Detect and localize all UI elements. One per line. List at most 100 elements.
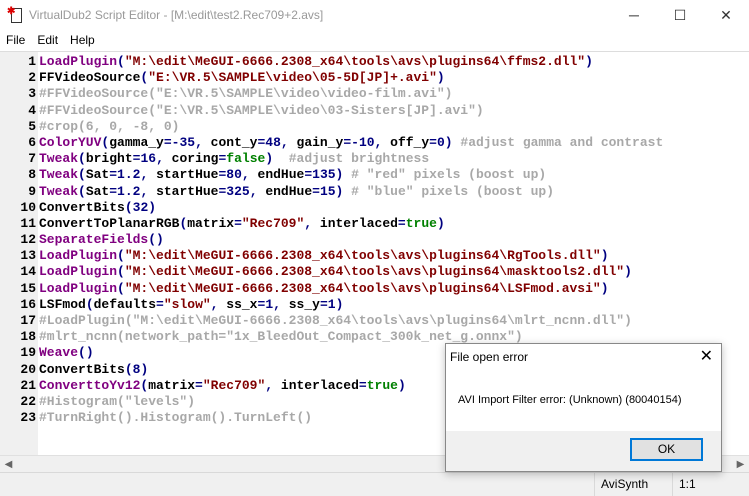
code-token: "slow"	[163, 296, 211, 312]
code-token: ConvertToPlanarRGB	[39, 215, 180, 231]
code-token: ColorYUV	[39, 134, 102, 150]
line-number: 5	[28, 118, 36, 134]
code-token: ,	[273, 296, 289, 312]
code-token: matrix	[187, 215, 235, 231]
line-number: 19	[20, 345, 36, 361]
code-token: =	[304, 167, 313, 183]
code-token: )	[335, 167, 352, 183]
dialog-title: File open error	[450, 350, 529, 364]
code-token: (	[85, 296, 94, 312]
code-token: ss_y	[288, 296, 320, 312]
code-token: #adjust brightness	[288, 151, 430, 167]
code-line: 7 Tweak(bright = 16, coring = false) #adjust …	[0, 151, 663, 167]
code-token: gamma_y	[109, 134, 164, 150]
code-token: ,	[249, 183, 266, 199]
menu-edit[interactable]: Edit	[31, 33, 64, 47]
menu-help[interactable]: Help	[64, 33, 101, 47]
dialog-message: AVI Import Filter error: (Unknown) (8004…	[458, 394, 682, 406]
code-token: 8	[132, 361, 141, 377]
code-token: (	[117, 264, 125, 280]
code-token: (	[78, 151, 86, 167]
ok-button[interactable]: OK	[630, 438, 703, 461]
scroll-right-icon[interactable]: ▶	[732, 457, 749, 472]
menu-bar: File Edit Help	[0, 30, 749, 50]
code-token: true	[405, 215, 437, 231]
code-token: FFVideoSource	[39, 70, 141, 86]
code-token: Sat	[85, 167, 110, 183]
code-token: 15	[319, 183, 336, 199]
code-token: 1.2	[117, 183, 141, 199]
code-token: #FFVideoSource("E:\VR.5\SAMPLE\video\vid…	[39, 86, 453, 102]
code-token: -10	[351, 134, 375, 150]
line-number: 16	[20, 296, 36, 312]
line-number: 6	[28, 134, 36, 150]
code-token: ,	[140, 167, 157, 183]
line-number: 9	[28, 183, 36, 199]
code-token: (	[179, 215, 188, 231]
code-token: ()	[148, 232, 164, 248]
code-token: )	[436, 215, 445, 231]
code-token: bright	[85, 151, 133, 167]
code-token: 0	[436, 134, 445, 150]
code-token: "M:\edit\MeGUI-6666.2308_x64\tools\avs\p…	[124, 280, 601, 296]
code-token: =	[218, 167, 227, 183]
code-line: 12 SeparateFields()	[0, 232, 663, 248]
code-token: #TurnRight().Histogram().TurnLeft()	[39, 410, 313, 426]
close-button[interactable]: ✕	[703, 0, 749, 30]
code-line: 11 ConvertToPlanarRGB(matrix = "Rec709", in…	[0, 216, 663, 232]
code-token: "M:\edit\MeGUI-6666.2308_x64\tools\avs\p…	[124, 248, 601, 264]
line-number: 21	[20, 377, 36, 393]
code-token: )	[624, 264, 632, 280]
code-token: Tweak	[39, 151, 79, 167]
code-token: )	[444, 134, 461, 150]
code-token: -35	[171, 134, 196, 150]
code-token: ss_x	[226, 296, 258, 312]
code-token: #LoadPlugin("M:\edit\MeGUI-6666.2308_x64…	[39, 313, 632, 328]
code-token: 48	[265, 134, 281, 150]
code-token: SeparateFields	[39, 232, 149, 248]
line-number: 23	[20, 410, 36, 426]
code-token: =	[234, 215, 242, 231]
code-token: =	[163, 134, 172, 150]
minimize-button[interactable]: ─	[611, 0, 657, 30]
code-token: 135	[312, 167, 336, 183]
code-line: 3 #FFVideoSource("E:\VR.5\SAMPLE\video\vi…	[0, 86, 663, 102]
code-token: (	[117, 248, 125, 264]
code-token: endHue	[257, 167, 305, 183]
code-token: defaults	[93, 296, 157, 312]
code-token: =	[218, 151, 227, 167]
line-number: 15	[20, 280, 36, 296]
code-token: =	[358, 377, 367, 393]
code-token: ,	[156, 151, 172, 167]
code-token: ,	[304, 215, 320, 231]
code-token: LoadPlugin	[39, 264, 118, 280]
code-token: ()	[78, 345, 94, 361]
code-token: Sat	[85, 183, 110, 199]
code-line: 9 Tweak(Sat = 1.2, startHue = 325, endHue = 15)…	[0, 184, 663, 200]
code-token: cont_y	[210, 134, 258, 150]
code-token: Weave	[39, 345, 79, 361]
line-number: 1	[28, 54, 36, 69]
code-token: Tweak	[39, 183, 79, 199]
code-line: 4 #FFVideoSource("E:\VR.5\SAMPLE\video\03…	[0, 103, 663, 119]
code-token: =	[429, 134, 437, 150]
code-line: 10 ConvertBits(32)	[0, 200, 663, 216]
code-token: (	[101, 134, 110, 150]
maximize-button[interactable]: ☐	[657, 0, 703, 30]
scroll-left-icon[interactable]: ◀	[0, 457, 17, 472]
code-token: =	[312, 183, 320, 199]
code-token: LoadPlugin	[39, 280, 118, 296]
code-token: ConverttoYv12	[39, 377, 141, 393]
menu-file[interactable]: File	[0, 33, 31, 47]
code-token: false	[226, 151, 266, 167]
code-token: (	[117, 54, 125, 69]
code-token: gain_y	[296, 134, 344, 150]
code-token: # "red" pixels (boost up)	[351, 167, 547, 183]
code-token: matrix	[148, 377, 196, 393]
code-token: )	[585, 54, 593, 69]
code-token: =	[257, 296, 266, 312]
title-bar: ✱ VirtualDub2 Script Editor - [M:\edit\t…	[0, 0, 749, 30]
dialog-close-icon[interactable]: ✕	[700, 346, 713, 366]
code-token: (	[140, 70, 149, 86]
code-line: 2 FFVideoSource("E:\VR.5\SAMPLE\video\05-…	[0, 70, 663, 86]
